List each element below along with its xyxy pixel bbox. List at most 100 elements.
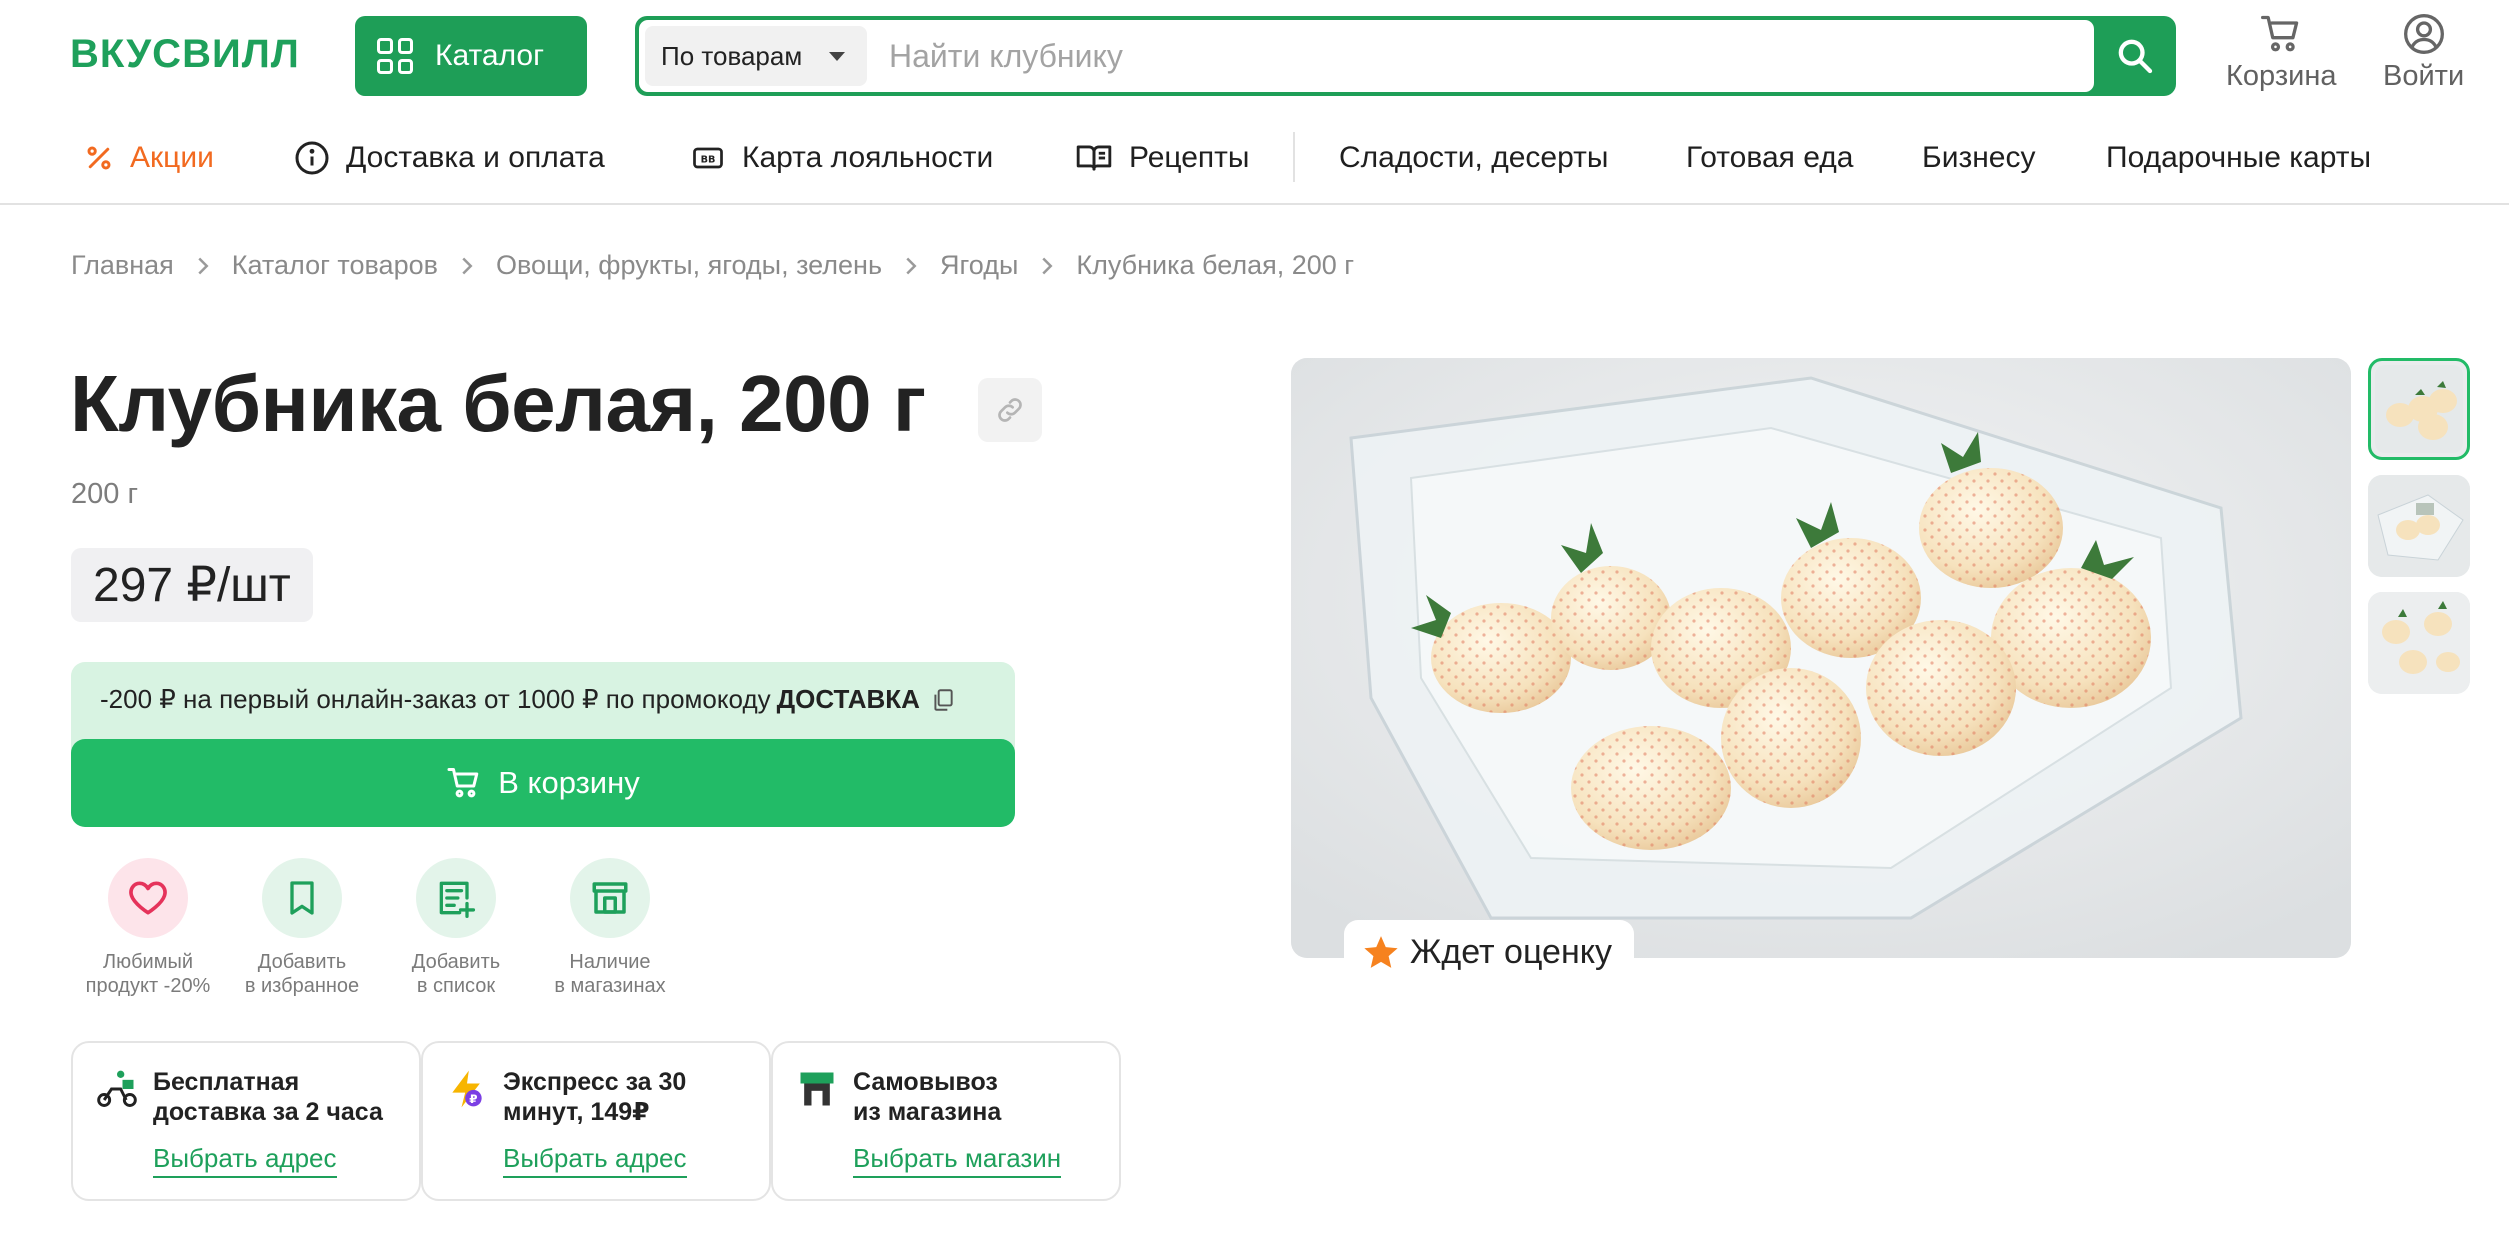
search-icon: [2118, 39, 2153, 74]
choose-address-link[interactable]: Выбрать адрес: [153, 1143, 337, 1178]
login-button[interactable]: Войти: [2383, 12, 2464, 93]
add-to-list-button[interactable]: Добавить в список: [379, 858, 533, 998]
nav-item-label: Подарочные карты: [2106, 141, 2372, 174]
promo-box: -200 ₽ на первый онлайн-заказ от 1000 ₽ …: [71, 662, 1015, 827]
product-weight: 200 г: [71, 478, 139, 510]
rating-label: Ждет оценку: [1410, 932, 1612, 971]
header: ВКУСВИЛЛ Каталог По товарам Корзина Войт…: [0, 0, 2509, 112]
add-to-cart-label: В корзину: [498, 765, 640, 800]
bookmark-icon: [262, 858, 342, 938]
lightning-icon: ₽: [445, 1067, 489, 1116]
breadcrumb-category[interactable]: Овощи, фрукты, ягоды, зелень: [496, 250, 882, 281]
nav-item-label: Готовая еда: [1686, 141, 1854, 174]
thumbnail-1[interactable]: [2368, 358, 2470, 460]
nav-item-loyalty[interactable]: BB Карта лояльности: [690, 134, 993, 182]
chevron-right-icon: [196, 256, 210, 276]
delivery-card-free: Бесплатная доставка за 2 часа Выбрать адр…: [71, 1041, 421, 1201]
card-icon: BB: [690, 140, 726, 176]
book-icon: [1075, 139, 1113, 177]
thumbnail-image: [2375, 365, 2463, 453]
store-availability-button[interactable]: Наличие в магазинах: [533, 858, 687, 998]
shop-icon: [795, 1067, 839, 1116]
delivery-card-pickup: Самовывоз из магазина Выбрать магазин: [771, 1041, 1121, 1201]
nav-item-sweets[interactable]: Сладости, десерты: [1339, 134, 1608, 182]
nav-item-gift-cards[interactable]: Подарочные карты: [2106, 134, 2371, 182]
product-image[interactable]: [1291, 358, 2351, 958]
search-type-select[interactable]: По товарам: [645, 26, 867, 86]
percent-icon: [84, 143, 114, 173]
copy-link-button[interactable]: [978, 378, 1042, 442]
product-photo: [1291, 358, 2351, 958]
breadcrumb-subcategory[interactable]: Ягоды: [940, 250, 1018, 281]
svg-text:₽: ₽: [469, 1092, 477, 1106]
chevron-down-icon: [829, 52, 845, 61]
logo[interactable]: ВКУСВИЛЛ: [70, 32, 300, 77]
cart-icon: [447, 768, 479, 798]
svg-text:BB: BB: [701, 155, 716, 166]
delivery-title: Бесплатная доставка за 2 часа: [153, 1068, 383, 1126]
action-label: Добавить в избранное: [244, 951, 360, 997]
action-label: Добавить в список: [411, 951, 501, 997]
favorite-product-button[interactable]: Любимый продукт -20%: [71, 858, 225, 998]
chevron-right-icon: [1040, 256, 1054, 276]
breadcrumb-current: Клубника белая, 200 г: [1076, 250, 1355, 280]
nav-item-label: Бизнесу: [1922, 141, 2036, 174]
info-icon: [294, 140, 330, 176]
cart-icon: [2261, 15, 2299, 52]
add-to-favorites-button[interactable]: Добавить в избранное: [225, 858, 379, 998]
delivery-card-express: ₽ Экспресс за 30 минут, 149₽ Выбрать адре…: [421, 1041, 771, 1201]
nav-item-label: Карта лояльности: [742, 141, 994, 174]
search-bar: По товарам: [635, 16, 2176, 96]
promo-code: ДОСТАВКА: [776, 684, 920, 714]
grid-icon: [377, 38, 413, 74]
top-nav: Акции Доставка и оплата BB Карта лояльно…: [0, 112, 2509, 205]
nav-item-delivery[interactable]: Доставка и оплата: [294, 134, 605, 182]
breadcrumb-home[interactable]: Главная: [71, 250, 174, 281]
thumbnail-image: [2368, 592, 2470, 694]
link-icon: [998, 398, 1022, 422]
promo-text: -200 ₽ на первый онлайн-заказ от 1000 ₽ …: [100, 684, 956, 715]
courier-icon: [95, 1067, 139, 1116]
star-icon: [1364, 936, 1398, 968]
nav-item-ready-food[interactable]: Готовая еда: [1686, 134, 1853, 182]
breadcrumb: Главная Каталог товаров Овощи, фрукты, я…: [71, 250, 1354, 281]
cart-button[interactable]: Корзина: [2226, 12, 2336, 93]
chevron-right-icon: [460, 256, 474, 276]
search-input[interactable]: [889, 28, 2069, 84]
thumbnail-3[interactable]: [2368, 592, 2470, 694]
choose-store-link[interactable]: Выбрать магазин: [853, 1143, 1062, 1178]
nav-item-recipes[interactable]: Рецепты: [1075, 134, 1249, 182]
promo-description: -200 ₽ на первый онлайн-заказ от 1000 ₽ …: [100, 684, 771, 714]
choose-address-link[interactable]: Выбрать адрес: [503, 1143, 687, 1178]
add-to-cart-button[interactable]: В корзину: [71, 739, 1015, 827]
action-label: Любимый продукт -20%: [85, 951, 211, 997]
thumbnail-2[interactable]: [2368, 475, 2470, 577]
action-label: Наличие в магазинах: [554, 951, 666, 997]
nav-item-label: Рецепты: [1129, 141, 1250, 174]
user-icon: [2403, 14, 2444, 54]
search-button[interactable]: [2094, 16, 2176, 96]
thumbnail-image: [2368, 475, 2470, 577]
catalog-button[interactable]: Каталог: [355, 16, 587, 96]
catalog-button-label: Каталог: [435, 39, 545, 72]
nav-item-promo[interactable]: Акции: [84, 134, 214, 182]
heart-icon: [108, 858, 188, 938]
nav-item-label: Акции: [130, 141, 214, 174]
nav-divider: [1293, 132, 1295, 182]
nav-item-label: Сладости, десерты: [1339, 141, 1609, 174]
nav-item-business[interactable]: Бизнесу: [1922, 134, 2035, 182]
search-type-label: По товарам: [661, 40, 803, 71]
copy-icon[interactable]: [930, 687, 956, 713]
cart-label: Корзина: [2226, 60, 2337, 92]
chevron-right-icon: [904, 256, 918, 276]
delivery-title: Самовывоз из магазина: [853, 1068, 1002, 1126]
nav-item-label: Доставка и оплата: [346, 141, 605, 174]
product-actions: Любимый продукт -20% Добавить в избранное …: [71, 858, 687, 998]
store-icon: [570, 858, 650, 938]
login-label: Войти: [2383, 60, 2465, 92]
breadcrumb-catalog[interactable]: Каталог товаров: [232, 250, 438, 281]
list-add-icon: [416, 858, 496, 938]
page-title: Клубника белая, 200 г: [70, 359, 926, 448]
product-price: 297 ₽/шт: [71, 548, 313, 622]
rating-badge[interactable]: Ждет оценку: [1344, 920, 1634, 984]
